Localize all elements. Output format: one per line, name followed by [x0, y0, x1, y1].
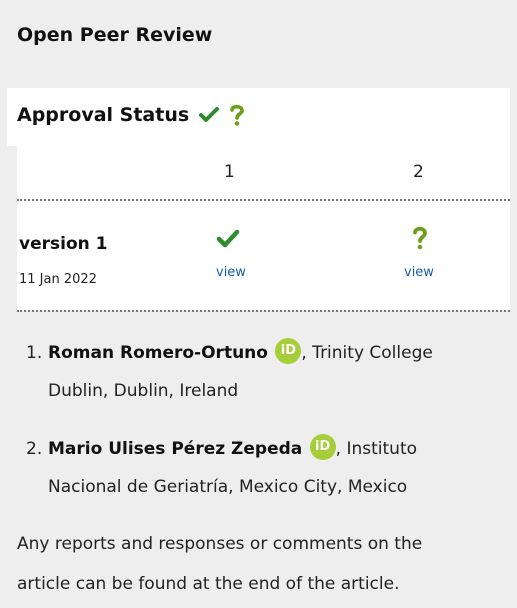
- table-divider: [17, 199, 510, 201]
- table-bottom-divider: [17, 310, 510, 312]
- reviewer-affiliation-line2: Nacional de Geriatría, Mexico City, Mexi…: [48, 477, 408, 497]
- view-report-1-link[interactable]: view: [216, 265, 246, 280]
- reviewer-number: 2.: [26, 439, 43, 459]
- footer-note: Any reports and responses or comments on…: [17, 524, 507, 604]
- reviewer-affiliation: , Trinity College: [301, 343, 433, 363]
- column-header-1: 1: [224, 162, 235, 182]
- approved-check-icon: [216, 229, 240, 248]
- approval-status-title: Approval Status: [17, 104, 245, 126]
- question-mark-icon: [230, 104, 244, 126]
- footer-line-2: article can be found at the end of the a…: [17, 574, 400, 594]
- reviewer-name[interactable]: Roman Romero-Ortuno: [48, 343, 268, 363]
- orcid-icon[interactable]: iD: [309, 434, 336, 460]
- approval-status-label: Approval Status: [17, 104, 190, 126]
- version-label: version 1: [19, 234, 108, 254]
- reviewer-name[interactable]: Mario Ulises Pérez Zepeda: [48, 439, 302, 459]
- column-header-2: 2: [413, 162, 424, 182]
- reviewer-number: 1.: [26, 343, 43, 363]
- approved-check-icon: [199, 107, 220, 122]
- view-report-2-link[interactable]: view: [404, 265, 434, 280]
- page-title: Open Peer Review: [17, 24, 213, 46]
- reviewer-item: 2. Mario Ulises Pérez Zepeda iD, Institut…: [26, 430, 417, 506]
- question-mark-icon: [413, 226, 427, 250]
- footer-line-1: Any reports and responses or comments on…: [17, 534, 423, 554]
- reviewer-item: 1. Roman Romero-Ortuno iD, Trinity Colleg…: [26, 334, 433, 410]
- reviewer-affiliation: , Instituto: [335, 439, 418, 459]
- version-date: 11 Jan 2022: [19, 272, 97, 287]
- orcid-icon[interactable]: iD: [275, 338, 302, 364]
- reviewer-affiliation-line2: Dublin, Dublin, Ireland: [48, 381, 239, 401]
